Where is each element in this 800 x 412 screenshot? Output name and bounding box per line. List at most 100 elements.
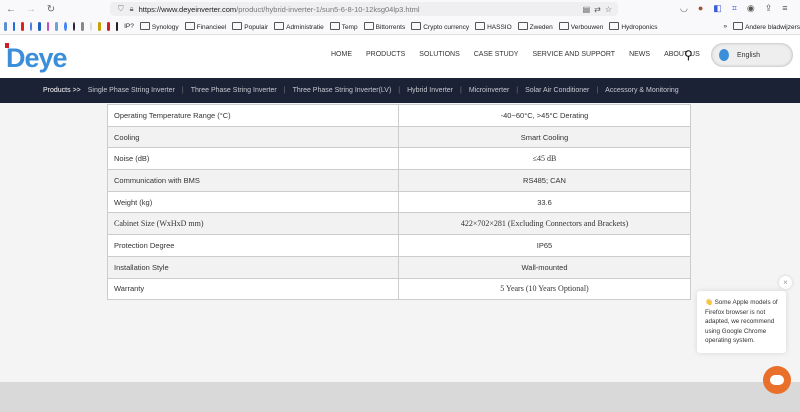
menu-icon[interactable]: ≡ bbox=[782, 3, 787, 14]
bookmark-favicon-icon[interactable] bbox=[98, 21, 101, 31]
bookmark-folder[interactable]: Zweden bbox=[518, 22, 553, 31]
browser-notice-popup: 👋 Some Apple models of Firefox browser i… bbox=[697, 291, 786, 353]
bookmark-favicon-icon[interactable] bbox=[29, 21, 33, 31]
bookmark-favicon-icon[interactable] bbox=[12, 21, 16, 31]
spec-value: Smart Cooling bbox=[398, 125, 691, 149]
close-popup-button[interactable]: × bbox=[779, 276, 792, 289]
spec-label: Operating Temperature Range (°C) bbox=[107, 104, 399, 127]
bookmark-favicon-icon[interactable] bbox=[21, 21, 24, 31]
subnav-item[interactable]: Microinverter bbox=[469, 87, 509, 94]
spec-label: Noise (dB) bbox=[107, 147, 399, 171]
menu-news[interactable]: NEWS bbox=[629, 51, 650, 58]
table-row: Noise (dB) ≤45 dB bbox=[107, 147, 691, 171]
spec-label: Weight (kg) bbox=[107, 190, 399, 214]
spec-value: IP65 bbox=[398, 234, 691, 257]
bookmark-ip[interactable]: IP? bbox=[124, 23, 134, 30]
table-row: Communication with BMS RS485; CAN bbox=[107, 169, 691, 192]
bookmark-folder[interactable]: Financieel bbox=[185, 22, 227, 31]
spec-value: ≤45 dB bbox=[398, 147, 691, 171]
menu-home[interactable]: HOME bbox=[331, 51, 352, 58]
extension-icon[interactable]: ◉ bbox=[747, 3, 755, 14]
bookmark-favicon-icon[interactable] bbox=[106, 21, 110, 31]
star-icon[interactable]: ☆ bbox=[605, 5, 612, 14]
spec-value: -40~60°C, >45°C Derating bbox=[398, 104, 691, 127]
spec-value: 5 Years (10 Years Optional) bbox=[398, 277, 691, 301]
bookmark-favicon-icon[interactable] bbox=[46, 21, 50, 31]
bookmark-folder[interactable]: Hydroponics bbox=[609, 22, 657, 31]
bookmark-folder[interactable]: Bittorrents bbox=[364, 22, 406, 31]
back-icon[interactable]: ← bbox=[2, 4, 20, 15]
browser-chrome: ← → ↻ ⛉ 🔒︎ https://www.deyeinverter.com /… bbox=[0, 0, 800, 35]
spec-label: Warranty bbox=[107, 277, 399, 301]
shield-icon: ⛉ bbox=[118, 4, 124, 13]
reader-icon[interactable]: ▤ bbox=[583, 5, 591, 14]
subnav-item[interactable]: Hybrid Inverter bbox=[407, 87, 453, 94]
footer bbox=[0, 382, 800, 412]
forward-icon[interactable]: → bbox=[22, 4, 40, 15]
url-path: /product/hybrid-inverter-1/sun5-6-8-10-1… bbox=[236, 4, 420, 14]
spec-label: Cooling bbox=[107, 125, 399, 149]
deye-logo[interactable]: Deye bbox=[5, 43, 68, 74]
table-row: Cooling Smart Cooling bbox=[107, 125, 691, 149]
bookmark-favicon-icon[interactable] bbox=[72, 21, 76, 31]
language-selector[interactable]: English bbox=[711, 43, 793, 67]
bookmark-folder[interactable]: Administratie bbox=[274, 22, 324, 31]
bookmarks-overflow[interactable]: » bbox=[723, 23, 727, 30]
bookmark-folder[interactable]: Synology bbox=[140, 22, 179, 31]
menu-service[interactable]: SERVICE AND SUPPORT bbox=[532, 51, 615, 58]
reload-icon[interactable]: ↻ bbox=[42, 4, 60, 15]
bookmark-folder[interactable]: Temp bbox=[330, 22, 358, 31]
table-row: Weight (kg) 33.6 bbox=[107, 190, 691, 214]
crop-icon[interactable]: ⌗ bbox=[732, 3, 737, 14]
other-bookmarks[interactable]: Andere bladwijzers bbox=[733, 22, 800, 31]
subnav-item[interactable]: Solar Air Conditioner bbox=[525, 87, 589, 94]
table-row: Protection Degree IP65 bbox=[107, 234, 691, 257]
menu-case-study[interactable]: CASE STUDY bbox=[474, 51, 519, 58]
wave-icon: 👋 bbox=[705, 299, 713, 306]
chat-button[interactable] bbox=[763, 366, 791, 394]
bookmark-folder[interactable]: HASSIO bbox=[475, 22, 512, 31]
product-subnav: Products >> Single Phase String Inverter… bbox=[0, 78, 800, 103]
spec-value: RS485; CAN bbox=[398, 169, 691, 192]
bookmark-folder[interactable]: Verbouwen bbox=[559, 22, 604, 31]
bookmark-folder[interactable]: Crypto currency bbox=[411, 22, 469, 31]
chat-icon bbox=[770, 375, 784, 385]
search-icon[interactable]: ⚲ bbox=[684, 48, 693, 62]
bookmark-favicon-icon[interactable] bbox=[64, 21, 67, 31]
spec-label: Installation Style bbox=[107, 255, 399, 279]
spec-value: Wall-mounted bbox=[398, 255, 691, 279]
table-row: Warranty 5 Years (10 Years Optional) bbox=[107, 277, 691, 301]
menu-about[interactable]: ABOUT US bbox=[664, 51, 700, 58]
bookmark-favicon-icon[interactable] bbox=[115, 21, 119, 31]
translate-icon[interactable]: ⇄ bbox=[594, 5, 601, 14]
subnav-item[interactable]: Single Phase String Inverter bbox=[88, 87, 175, 94]
language-label: English bbox=[737, 51, 760, 59]
menu-solutions[interactable]: SOLUTIONS bbox=[419, 51, 459, 58]
subnav-lead: Products >> bbox=[43, 87, 81, 94]
address-bar[interactable]: ⛉ 🔒︎ https://www.deyeinverter.com/produc… bbox=[110, 2, 618, 16]
bookmark-folder[interactable]: Populair bbox=[232, 22, 268, 31]
spec-table: Operating Temperature Range (°C) -40~60°C… bbox=[107, 104, 691, 301]
bookmark-favicon-icon[interactable] bbox=[4, 21, 7, 31]
profile-icon[interactable]: ● bbox=[698, 3, 703, 14]
menu-products[interactable]: PRODUCTS bbox=[366, 51, 405, 58]
spec-label: Communication with BMS bbox=[107, 169, 399, 192]
bookmark-favicon-icon[interactable] bbox=[81, 21, 84, 31]
bookmark-favicon-icon[interactable] bbox=[38, 21, 41, 31]
spec-label: Protection Degree bbox=[107, 234, 399, 257]
translate-ext-icon[interactable]: ◧ bbox=[713, 3, 722, 14]
bookmark-favicon-icon[interactable] bbox=[55, 21, 59, 31]
table-row: Cabinet Size (WxHxD mm) 422×702×281 (Excl… bbox=[107, 212, 691, 236]
subnav-item[interactable]: Accessory & Monitoring bbox=[605, 87, 679, 94]
url-host: https://www.deyeinverter.com bbox=[138, 4, 237, 14]
table-row: Operating Temperature Range (°C) -40~60°C… bbox=[107, 104, 691, 127]
bookmark-favicon-icon[interactable] bbox=[89, 21, 93, 31]
pocket-icon[interactable]: ◡ bbox=[680, 3, 688, 14]
subnav-item[interactable]: Three Phase String Inverter bbox=[191, 87, 277, 94]
spec-value: 422×702×281 (Excluding Connectors and Br… bbox=[398, 212, 691, 236]
globe-icon bbox=[719, 49, 729, 61]
subnav-item[interactable]: Three Phase String Inverter(LV) bbox=[293, 87, 392, 94]
bookmarks-bar: IP? Synology Financieel Populair Adminis… bbox=[4, 19, 800, 33]
site-header: Deye HOME PRODUCTS SOLUTIONS CASE STUDY … bbox=[0, 35, 800, 78]
share-icon[interactable]: ⇪ bbox=[765, 3, 773, 14]
